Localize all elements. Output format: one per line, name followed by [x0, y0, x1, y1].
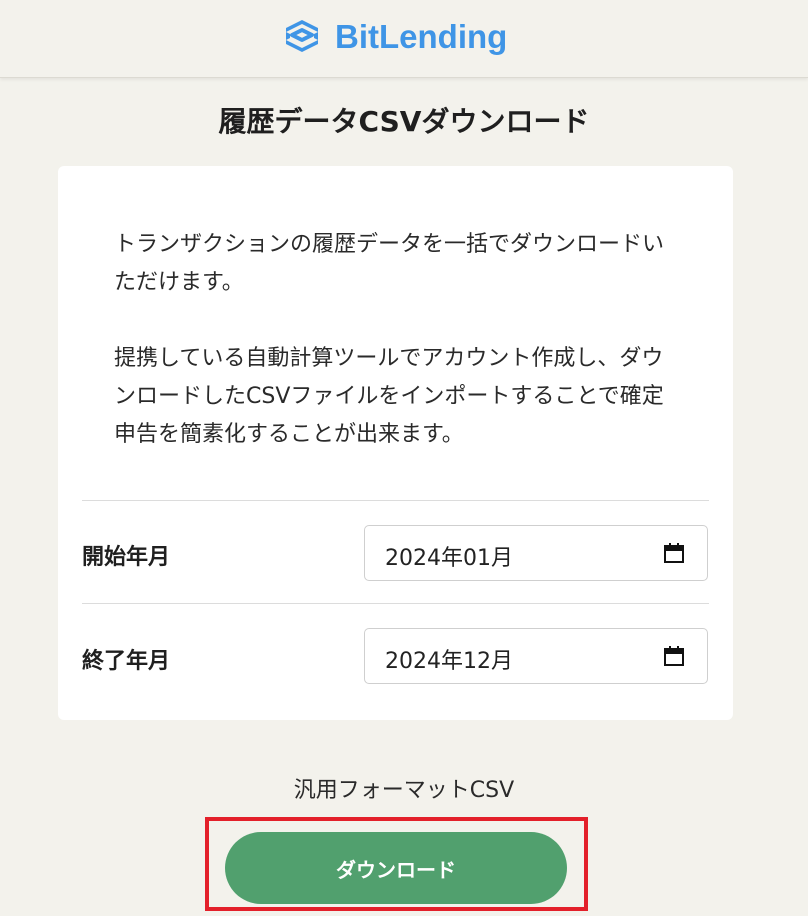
start-month-input[interactable]: 2024年01月: [364, 525, 708, 581]
start-month-label: 開始年月: [82, 545, 171, 570]
csv-format-label: 汎用フォーマットCSV: [293, 778, 515, 803]
description-text: トランザクションの履歴データを一括でダウンロードいただけます。: [114, 232, 665, 295]
end-month-label: 終了年月: [82, 649, 171, 674]
brand-name: BitLending: [335, 18, 508, 55]
description-text-2: 提携している自動計算ツールでアカウント作成し、ダウンロードしたCSVファイルをイ…: [114, 346, 664, 447]
brand-logo[interactable]: BitLending: [283, 17, 507, 57]
download-button[interactable]: ダウンロード: [225, 832, 567, 904]
page-title: 履歴データCSVダウンロード: [218, 105, 590, 138]
start-month-value: 2024年01月: [385, 546, 513, 571]
download-settings-card: トランザクションの履歴データを一括でダウンロードいただけます。 提携している自動…: [58, 166, 733, 720]
calendar-icon[interactable]: [663, 645, 685, 667]
end-month-input[interactable]: 2024年12月: [364, 628, 708, 684]
site-header: BitLending: [0, 0, 808, 78]
bitlending-logo-icon: [286, 20, 318, 52]
divider: [82, 603, 709, 604]
end-month-value: 2024年12月: [385, 649, 513, 674]
calendar-icon[interactable]: [663, 542, 685, 564]
divider: [82, 500, 709, 501]
